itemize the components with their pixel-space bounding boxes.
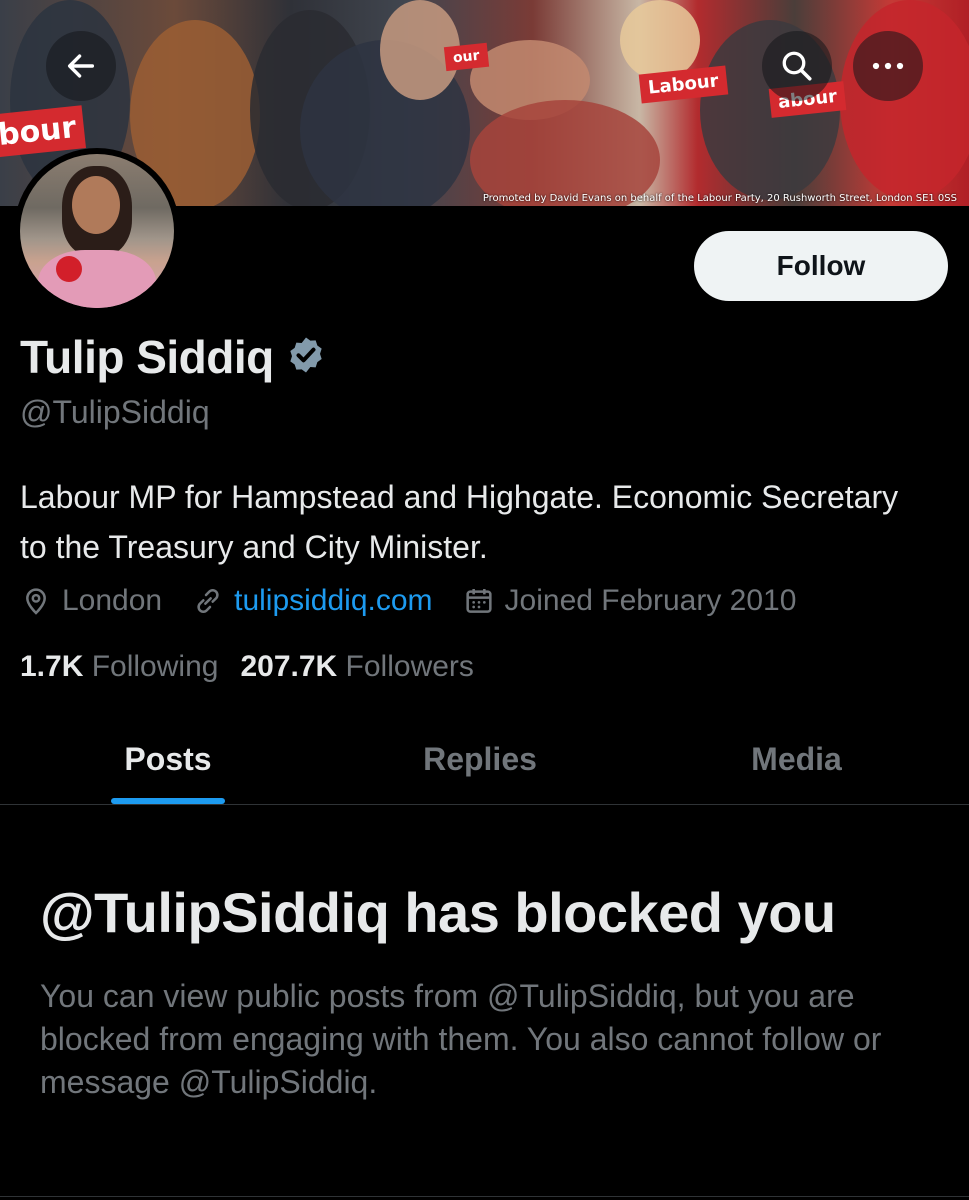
profile-meta: London tulipsiddiq.com Joined February 2…	[20, 584, 826, 618]
search-icon	[782, 51, 812, 81]
banner-promo-text: Promoted by David Evans on behalf of the…	[482, 193, 957, 204]
location-item: London	[20, 584, 162, 618]
profile-stats: 1.7K Following 207.7K Followers	[20, 650, 496, 684]
avatar[interactable]	[14, 148, 180, 314]
profile-bio: Labour MP for Hampstead and Highgate. Ec…	[20, 479, 899, 565]
following-stat[interactable]: 1.7K Following	[20, 650, 218, 684]
divider	[0, 1196, 969, 1197]
joined-item: Joined February 2010	[463, 584, 797, 618]
tab-replies[interactable]: Replies	[336, 715, 624, 804]
calendar-icon	[465, 589, 492, 613]
active-tab-indicator	[111, 798, 225, 804]
blocked-title: @TulipSiddiq has blocked you	[40, 881, 836, 944]
profile-tabs: Posts Replies Media	[0, 715, 969, 805]
tab-label: Replies	[423, 741, 537, 777]
avatar-image	[20, 154, 174, 308]
profile-handle: @TulipSiddiq	[20, 394, 210, 430]
followers-label: Followers	[345, 650, 474, 683]
joined-text: Joined February 2010	[504, 584, 797, 617]
banner-sign: our	[443, 42, 489, 72]
more-button[interactable]	[853, 31, 923, 101]
website-link[interactable]: tulipsiddiq.com	[234, 584, 432, 618]
tab-media[interactable]: Media	[624, 715, 969, 804]
back-arrow-icon	[67, 54, 95, 78]
tab-label: Media	[751, 741, 842, 777]
follow-button[interactable]: Follow	[694, 231, 948, 301]
following-label: Following	[91, 650, 219, 683]
verified-badge-icon[interactable]	[286, 335, 326, 380]
more-icon	[872, 62, 904, 70]
tab-posts[interactable]: Posts	[0, 715, 336, 804]
tab-label: Posts	[124, 741, 212, 777]
location-text: London	[62, 584, 163, 617]
blocked-message: You can view public posts from @TulipSid…	[40, 978, 882, 1100]
following-count: 1.7K	[20, 650, 84, 683]
link-icon	[197, 589, 219, 613]
profile-name-row: Tulip Siddiq	[20, 330, 326, 384]
search-button[interactable]	[762, 31, 832, 101]
website-item[interactable]: tulipsiddiq.com	[192, 584, 433, 618]
followers-stat[interactable]: 207.7K Followers	[240, 650, 473, 684]
back-button[interactable]	[46, 31, 116, 101]
followers-count: 207.7K	[240, 650, 338, 683]
location-pin-icon	[26, 588, 46, 615]
profile-page: bour Labour our abour Promoted by David …	[0, 0, 969, 1200]
profile-name: Tulip Siddiq	[20, 331, 274, 383]
